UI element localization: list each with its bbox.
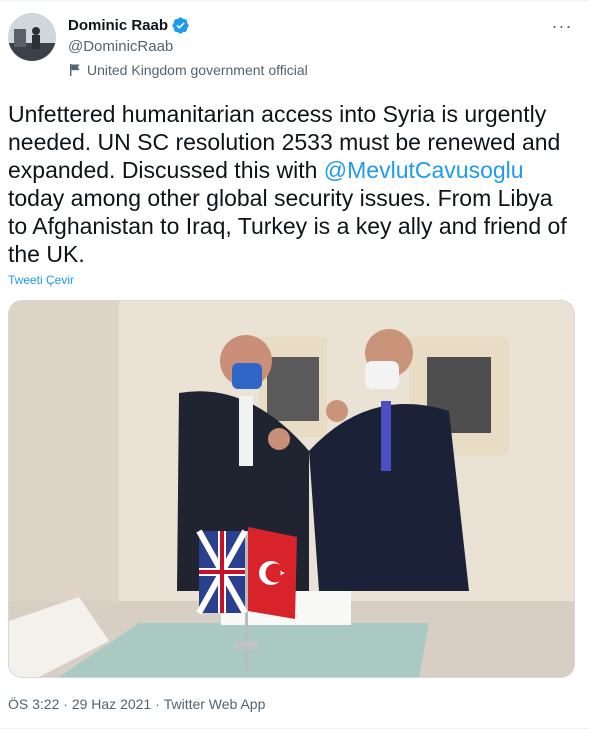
more-icon: ··· — [551, 15, 573, 36]
tweet-meta: ÖS 3:22 · 29 Haz 2021 · Twitter Web App — [8, 696, 265, 712]
flag-icon — [68, 63, 82, 77]
mention-link[interactable]: @MevlutCavusoglu — [324, 157, 524, 183]
tweet-photo[interactable] — [8, 300, 575, 678]
tweet-text: Unfettered humanitarian access into Syri… — [8, 100, 578, 268]
meta-separator: · — [59, 696, 72, 712]
meta-separator-2: · — [151, 696, 164, 712]
translate-link[interactable]: Tweeti Çevir — [8, 273, 74, 287]
avatar[interactable] — [8, 13, 56, 61]
tweet-time[interactable]: ÖS 3:22 — [8, 696, 59, 712]
tweet-text-part2: today among other global security issues… — [8, 185, 567, 267]
verified-badge-icon — [171, 16, 190, 35]
bottom-divider — [0, 728, 589, 729]
handle[interactable]: @DominicRaab — [68, 38, 173, 55]
display-name[interactable]: Dominic Raab — [68, 17, 168, 34]
tweet-source[interactable]: Twitter Web App — [164, 696, 266, 712]
government-label: United Kingdom government official — [68, 62, 308, 78]
more-button[interactable]: ··· — [549, 16, 575, 36]
tweet-date[interactable]: 29 Haz 2021 — [72, 696, 151, 712]
government-label-text: United Kingdom government official — [87, 62, 308, 78]
top-divider — [0, 0, 589, 1]
